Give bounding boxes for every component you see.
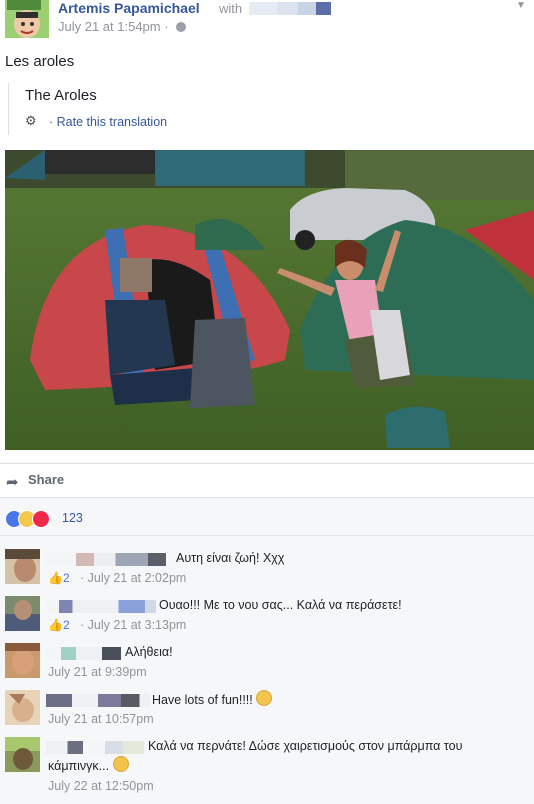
comment-text-value: Have lots of fun!!!! xyxy=(152,693,253,707)
post-header: Artemis Papamichael with July 21 at 1:54… xyxy=(0,0,534,42)
comment-text-value: κάμπινγκ... xyxy=(48,759,110,773)
comment-timestamp[interactable]: · July 21 at 3:13pm xyxy=(80,618,186,632)
comment-timestamp[interactable]: July 22 at 12:50pm xyxy=(48,779,154,793)
comment-timestamp[interactable]: July 21 at 10:57pm xyxy=(48,712,154,726)
commenter-avatar[interactable] xyxy=(5,549,40,584)
like-count-value: 2 xyxy=(62,571,70,585)
commenter-name-redacted[interactable] xyxy=(46,600,156,613)
like-count-value: 2 xyxy=(62,618,70,632)
commenter-avatar[interactable] xyxy=(5,643,40,678)
divider xyxy=(0,535,534,536)
with-text: with xyxy=(219,1,243,16)
comment-text: Ουαο!!! Με το νου σας... Καλά να περάσετ… xyxy=(159,598,402,612)
comment-timestamp[interactable]: · July 21 at 2:02pm xyxy=(80,571,186,585)
smile-emoji-icon xyxy=(256,690,273,706)
commenter-avatar[interactable] xyxy=(5,596,40,631)
comment-timestamp[interactable]: July 21 at 9:39pm xyxy=(48,665,147,679)
tagged-user-redacted[interactable] xyxy=(249,2,331,15)
commenter-avatar[interactable] xyxy=(5,737,40,772)
gear-icon: ⚙ xyxy=(25,113,37,128)
comment-like-count[interactable]: 👍2 xyxy=(48,571,70,585)
comments-section: 123 Αυτη είναι ζωή! Χχχ 👍2 · July 21 at … xyxy=(0,497,534,804)
post-text: Les aroles xyxy=(5,53,75,70)
reaction-count[interactable]: 123 xyxy=(62,511,83,525)
comment-text: Καλά να περνάτε! Δώσε χαιρετισμούς στον … xyxy=(148,739,463,753)
post-photo[interactable] xyxy=(5,150,534,450)
share-arrow-icon: ➦ xyxy=(6,474,19,491)
commenter-name-redacted[interactable] xyxy=(46,694,150,707)
comment-text: Have lots of fun!!!! xyxy=(152,690,273,710)
share-label: Share xyxy=(28,472,65,487)
comment-like-count[interactable]: 👍2 xyxy=(48,618,70,632)
love-reaction-icon xyxy=(32,510,50,528)
post-timestamp[interactable]: July 21 at 1:54pm · xyxy=(58,19,169,34)
rate-translation-link[interactable]: · Rate this translation xyxy=(49,115,167,129)
comment-text-continued: κάμπινγκ... xyxy=(48,756,129,776)
chevron-down-icon[interactable]: ▼ xyxy=(516,0,526,11)
public-globe-icon xyxy=(176,22,186,32)
commenter-avatar[interactable] xyxy=(5,690,40,725)
commenter-name-redacted[interactable] xyxy=(46,553,166,566)
tongue-emoji-icon xyxy=(112,756,129,772)
translation-text: The Aroles xyxy=(25,87,97,104)
commenter-name-redacted[interactable] xyxy=(46,647,121,660)
author-name-link[interactable]: Artemis Papamichael xyxy=(58,0,200,16)
divider xyxy=(0,463,534,464)
translation-box: The Aroles ⚙ · Rate this translation xyxy=(8,83,534,135)
author-avatar[interactable] xyxy=(5,0,49,38)
comment-text: Αλήθεια! xyxy=(125,645,173,659)
commenter-name-redacted[interactable] xyxy=(46,741,144,754)
comment-text: Αυτη είναι ζωή! Χχχ xyxy=(176,551,285,565)
